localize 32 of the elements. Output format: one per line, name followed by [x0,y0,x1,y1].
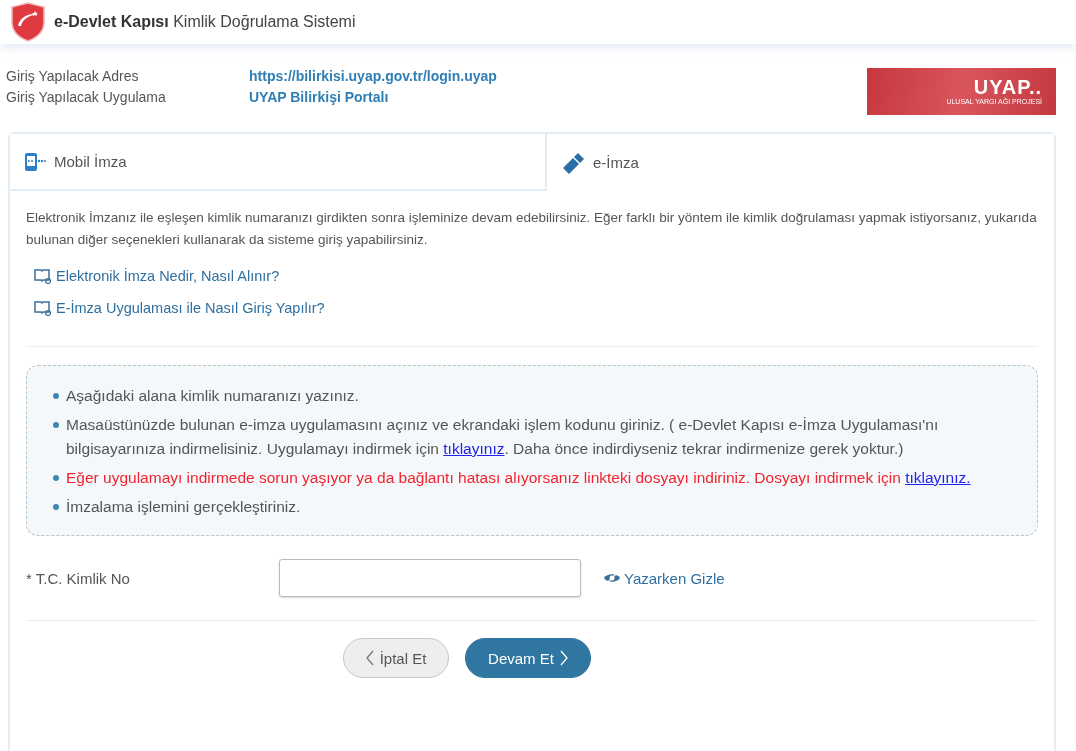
instruction-text: Masaüstünüzde bulunan e-imza uygulamasını açınız ve ekrandaki işlem kodunu giriniz. ( e-Devlet Kapısı e-İmza Uygulaması'nı bilgisayarınıza indirmelisiniz. Uygulamayı indirmek için tıklayınız. Daha önce indirdiyseniz tekrar indirmenize gerek yoktur.) [66,415,940,459]
continue-button[interactable]: Devam Et [465,638,591,678]
field-label: * T.C. Kimlik No [26,569,131,587]
bullet-icon [53,393,59,399]
eye-icon [603,572,621,584]
shield-logo-icon [10,2,46,42]
cancel-button[interactable]: İptal Et [343,638,449,678]
book-icon [34,268,52,284]
instruction-text: Eğer uygulamayı indirmede sorun yaşıyor ya da bağlantı hatası alıyorsanız linkteki dosyayı indiriniz. Dosyayı indirmek için tıklayınız. [66,468,971,488]
info-label: Giriş Yapılacak Uygulama [6,89,167,105]
download-link[interactable]: tıklayınız. [905,469,971,486]
bullet-icon [53,504,59,510]
bullet-icon [53,475,59,481]
method-tab[interactable]: Mobil İmza [10,134,547,191]
chevron-left-icon [365,650,374,666]
phone-icon [24,151,46,172]
chevron-right-icon [559,650,568,666]
id-number-field[interactable] [279,559,581,597]
info-value: UYAP Bilirkişi Portalı [249,89,390,105]
info-value: https://bilirkisi.uyap.gov.tr/login.uyap [249,68,497,84]
help-link[interactable]: Elektronik İmza Nedir, Nasıl Alınır? [34,268,280,284]
bullet-icon [53,422,59,428]
instruction-text: İmzalama işlemini gerçekleştiriniz. [66,497,301,517]
book-icon [34,300,52,316]
download-link[interactable]: tıklayınız [443,440,505,457]
description-text: Elektronik İmzanız ile eşleşen kimlik numaranızı girdikten sonra işleminize devam edebilirsiniz. Eğer farklı bir yöntem ile kimlik doğrulaması yapmak istiyorsanız, yukarıda bulunan diğer seçenekleri kullanarak da sisteme giriş yapabilirsiniz. [26,209,1038,249]
help-link[interactable]: E-İmza Uygulaması ile Nasıl Giriş Yapılır? [34,300,325,316]
window-title: e-Devlet Kapısı Kimlik Doğrulama Sistemi [54,13,356,31]
hide-while-typing-link[interactable]: Yazarken Gizle [603,569,725,587]
instruction-text: Aşağıdaki alana kimlik numaranızı yazınız. [66,386,359,406]
usb-token-icon [561,151,585,174]
info-label: Giriş Yapılacak Adres [6,68,140,84]
